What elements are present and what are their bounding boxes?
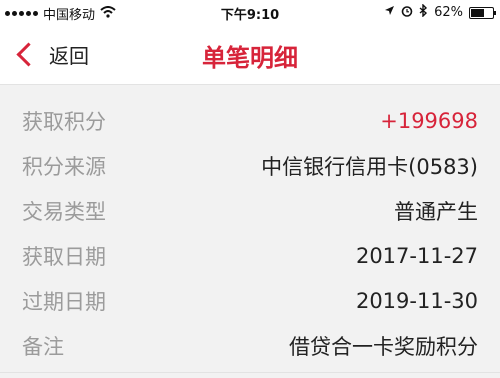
detail-row-earned-date: 获取日期 2017-11-27 <box>0 233 500 278</box>
detail-row-points: 获取积分 +199698 <box>0 98 500 143</box>
detail-label: 交易类型 <box>22 199 106 224</box>
battery-icon <box>469 6 496 19</box>
detail-row-note: 备注 借贷合一卡奖励积分 <box>0 323 500 368</box>
status-right: 62% <box>384 3 496 21</box>
detail-label: 获取日期 <box>22 244 106 269</box>
bluetooth-icon <box>419 3 428 21</box>
battery-percent: 62% <box>434 5 463 20</box>
detail-row-source: 积分来源 中信银行信用卡(0583) <box>0 143 500 188</box>
detail-value: 中信银行信用卡(0583) <box>261 154 478 179</box>
alarm-icon <box>401 5 413 21</box>
status-bar: 中国移动 下午9:10 62% <box>0 0 500 24</box>
detail-value: 普通产生 <box>394 199 478 224</box>
divider <box>0 372 500 373</box>
detail-row-type: 交易类型 普通产生 <box>0 188 500 233</box>
location-icon <box>384 5 395 20</box>
detail-row-expiry-date: 过期日期 2019-11-30 <box>0 278 500 323</box>
detail-value: 2017-11-27 <box>355 243 478 268</box>
detail-label: 备注 <box>22 334 64 359</box>
detail-label: 过期日期 <box>22 289 106 314</box>
battery-fill <box>471 8 485 17</box>
detail-label: 积分来源 <box>22 154 106 179</box>
page-title: 单笔明细 <box>202 44 298 72</box>
detail-value: +199698 <box>380 108 478 133</box>
detail-value: 2019-11-30 <box>355 288 478 313</box>
detail-value: 借贷合一卡奖励积分 <box>289 334 478 359</box>
detail-list: 获取积分 +199698 积分来源 中信银行信用卡(0583) 交易类型 普通产… <box>0 98 500 368</box>
detail-label: 获取积分 <box>22 109 106 134</box>
nav-bar: 返回 单笔明细 <box>0 24 500 85</box>
